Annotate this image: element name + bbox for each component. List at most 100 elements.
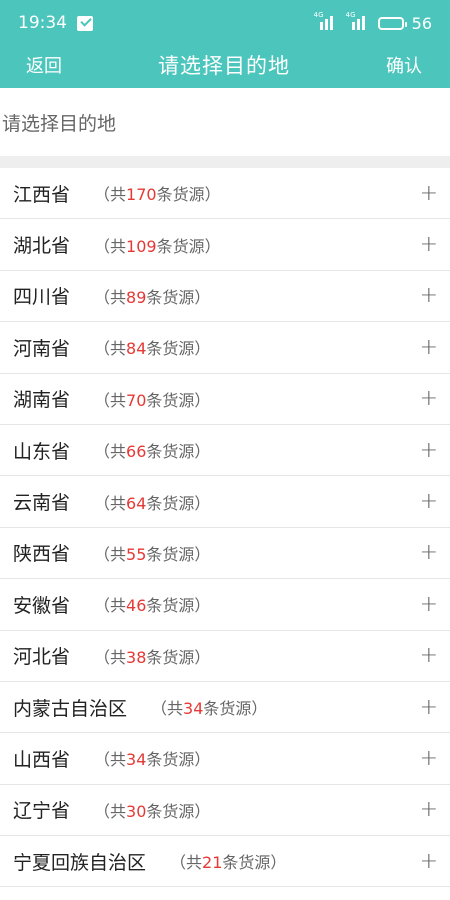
count-suffix: 条货源） xyxy=(146,750,211,770)
province-row-content: 湖南省 （共70条货源） xyxy=(13,385,210,412)
plus-icon[interactable]: + xyxy=(420,283,438,308)
count-prefix: （共 xyxy=(94,544,127,564)
province-row[interactable]: 四川省 （共89条货源） + xyxy=(0,271,450,323)
count-number: 89 xyxy=(126,287,147,307)
plus-icon[interactable]: + xyxy=(420,181,438,206)
count-prefix: （共 xyxy=(94,801,127,821)
province-row[interactable]: 河南省 （共84条货源） + xyxy=(0,322,450,374)
count-suffix: 条货源） xyxy=(146,390,211,410)
province-row-content: 安徽省 （共46条货源） xyxy=(13,591,210,618)
cargo-count: （共30条货源） xyxy=(94,798,210,822)
plus-icon[interactable]: + xyxy=(420,849,438,874)
page-title: 请选择目的地 xyxy=(158,54,290,78)
cargo-count: （共64条货源） xyxy=(94,490,210,514)
plus-icon[interactable]: + xyxy=(420,746,438,771)
cargo-count: （共55条货源） xyxy=(94,541,210,565)
plus-icon[interactable]: + xyxy=(420,335,438,360)
province-name: 安徽省 xyxy=(13,594,71,617)
plus-icon[interactable]: + xyxy=(420,540,438,565)
province-row[interactable]: 宁夏回族自治区 （共21条货源） + xyxy=(0,836,450,888)
province-row-content: 陕西省 （共55条货源） xyxy=(13,539,210,566)
plus-icon[interactable]: + xyxy=(420,232,438,257)
count-suffix: 条货源） xyxy=(156,236,221,256)
plus-icon[interactable]: + xyxy=(420,386,438,411)
cargo-count: （共38条货源） xyxy=(94,644,210,668)
count-number: 64 xyxy=(126,493,147,513)
province-row-content: 内蒙古自治区 （共34条货源） xyxy=(13,694,267,721)
count-number: 34 xyxy=(126,750,147,770)
destination-field[interactable]: 请选择目的地 xyxy=(0,88,450,156)
count-prefix: （共 xyxy=(94,287,127,307)
count-number: 66 xyxy=(126,442,147,462)
count-prefix: （共 xyxy=(94,390,127,410)
count-suffix: 条货源） xyxy=(146,544,211,564)
province-row[interactable]: 山西省 （共34条货源） + xyxy=(0,733,450,785)
plus-icon[interactable]: + xyxy=(420,592,438,617)
province-row-content: 山西省 （共34条货源） xyxy=(13,745,210,772)
province-row[interactable]: 湖北省 （共109条货源） + xyxy=(0,219,450,271)
count-suffix: 条货源） xyxy=(222,853,287,873)
plus-icon[interactable]: + xyxy=(420,643,438,668)
province-name: 山西省 xyxy=(13,748,71,771)
province-row-content: 山东省 （共66条货源） xyxy=(13,437,210,464)
province-name: 云南省 xyxy=(13,492,71,515)
province-row-content: 宁夏回族自治区 （共21条货源） xyxy=(13,848,286,875)
cargo-count: （共84条货源） xyxy=(94,335,210,359)
count-prefix: （共 xyxy=(94,596,127,616)
count-number: 109 xyxy=(126,236,157,256)
count-prefix: （共 xyxy=(94,647,127,667)
status-left: 19:34 xyxy=(18,13,93,33)
province-name: 湖北省 xyxy=(13,235,71,258)
cargo-count: （共34条货源） xyxy=(151,695,267,719)
battery-icon xyxy=(377,16,407,30)
count-suffix: 条货源） xyxy=(146,493,211,513)
province-name: 江西省 xyxy=(13,183,71,206)
back-button[interactable]: 返回 xyxy=(26,52,62,78)
province-row[interactable]: 陕西省 （共55条货源） + xyxy=(0,528,450,580)
count-prefix: （共 xyxy=(94,442,127,462)
battery-level: 56 xyxy=(411,13,432,33)
count-prefix: （共 xyxy=(94,493,127,513)
section-divider xyxy=(0,156,450,168)
province-name: 山东省 xyxy=(13,440,71,463)
signal-icon: 4G xyxy=(346,11,370,30)
province-row[interactable]: 云南省 （共64条货源） + xyxy=(0,476,450,528)
cargo-count: （共109条货源） xyxy=(94,233,221,257)
count-suffix: 条货源） xyxy=(146,287,211,307)
cargo-count: （共89条货源） xyxy=(94,284,210,308)
count-suffix: 条货源） xyxy=(146,647,211,667)
plus-icon[interactable]: + xyxy=(420,695,438,720)
province-name: 内蒙古自治区 xyxy=(13,697,128,720)
province-row[interactable]: 河北省 （共38条货源） + xyxy=(0,631,450,682)
province-row-content: 云南省 （共64条货源） xyxy=(13,488,210,515)
province-list: 江西省 （共170条货源） + 湖北省 （共109条货源） + 四川省 （共89条货源） + 河南… xyxy=(0,168,450,888)
plus-icon[interactable]: + xyxy=(420,489,438,514)
province-row[interactable]: 江西省 （共170条货源） + xyxy=(0,168,450,220)
province-row[interactable]: 湖南省 （共70条货源） + xyxy=(0,374,450,425)
cargo-count: （共21条货源） xyxy=(170,849,286,873)
province-row[interactable]: 辽宁省 （共30条货源） + xyxy=(0,785,450,837)
status-bar: 19:34 4G 4G 56 xyxy=(0,0,450,46)
province-name: 湖南省 xyxy=(13,389,71,412)
plus-icon[interactable]: + xyxy=(420,797,438,822)
cargo-count: （共34条货源） xyxy=(94,746,210,770)
province-name: 河北省 xyxy=(13,646,71,669)
province-name: 河南省 xyxy=(13,337,71,360)
status-right: 4G 4G 56 xyxy=(314,11,432,33)
plus-icon[interactable]: + xyxy=(420,438,438,463)
count-number: 38 xyxy=(126,647,147,667)
province-row-content: 河南省 （共84条货源） xyxy=(13,334,210,361)
message-icon xyxy=(77,15,93,31)
province-row[interactable]: 内蒙古自治区 （共34条货源） + xyxy=(0,682,450,734)
cargo-count: （共170条货源） xyxy=(94,181,221,205)
count-number: 70 xyxy=(126,390,147,410)
count-number: 30 xyxy=(126,801,147,821)
province-row-content: 辽宁省 （共30条货源） xyxy=(13,796,210,823)
status-time: 19:34 xyxy=(18,13,67,33)
province-row[interactable]: 安徽省 （共46条货源） + xyxy=(0,579,450,631)
province-row[interactable]: 山东省 （共66条货源） + xyxy=(0,425,450,477)
count-prefix: （共 xyxy=(151,699,184,719)
confirm-button[interactable]: 确认 xyxy=(386,52,422,78)
count-number: 170 xyxy=(126,185,157,205)
count-suffix: 条货源） xyxy=(146,442,211,462)
